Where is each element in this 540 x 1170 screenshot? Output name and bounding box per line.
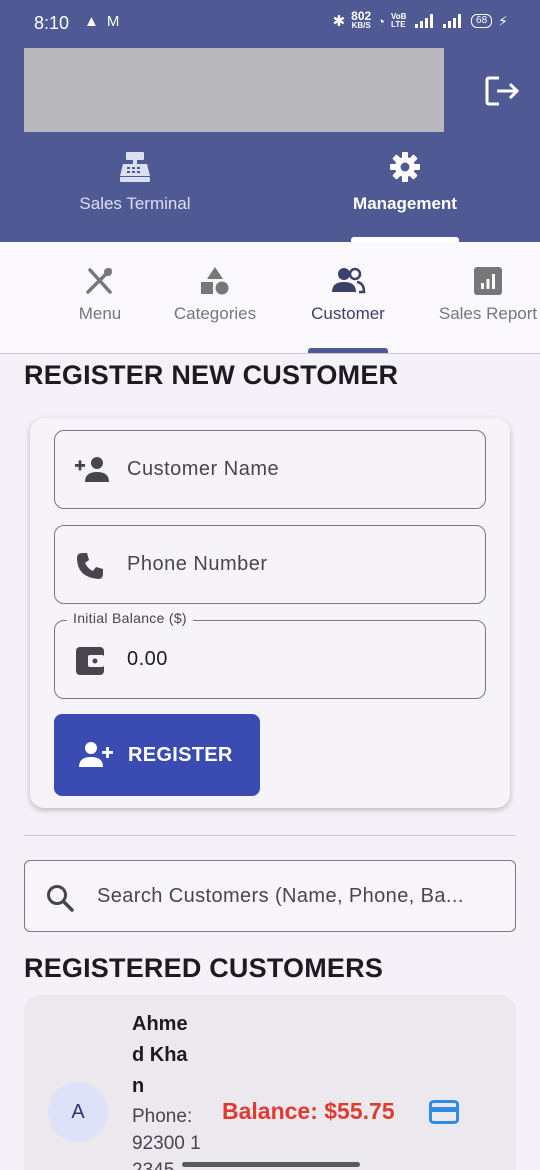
- phone-icon: [77, 553, 103, 579]
- person-add-icon: [75, 457, 109, 482]
- tab-categories-label: Categories: [173, 304, 257, 323]
- customer-name-placeholder: Customer Name: [127, 458, 280, 480]
- register-title: REGISTER NEW CUSTOMER: [24, 360, 399, 390]
- wallet-icon: [76, 647, 104, 675]
- register-button[interactable]: REGISTER: [54, 714, 260, 796]
- divider: [24, 835, 516, 836]
- tab-menu-label: Menu: [78, 304, 122, 323]
- tab-sales-report-label: Sales Report: [438, 304, 538, 323]
- home-indicator[interactable]: [182, 1162, 360, 1167]
- redacted-header-block: [24, 48, 444, 132]
- lte-badge: VoB LTE: [391, 12, 407, 29]
- credit-card-icon[interactable]: [429, 1099, 459, 1125]
- wifi-icon: ◔: [377, 13, 386, 29]
- signal-icon: [415, 14, 434, 28]
- initial-balance-field[interactable]: Initial Balance ($) 0.00: [54, 610, 486, 699]
- battery-icon: 68: [471, 14, 493, 28]
- search-icon: [47, 885, 74, 912]
- bar-chart-icon: [474, 267, 502, 295]
- avatar: A: [48, 1082, 108, 1142]
- tab-menu[interactable]: Menu: [58, 266, 142, 324]
- tab-sales-terminal[interactable]: Sales Terminal: [35, 150, 235, 214]
- shapes-icon: [201, 267, 229, 295]
- register-button-label: REGISTER: [128, 743, 233, 766]
- person-add-icon: [79, 742, 113, 767]
- subtab-indicator: [308, 348, 388, 353]
- gmail-icon: M: [106, 13, 120, 30]
- tab-management[interactable]: Management: [305, 150, 505, 214]
- tab-management-label: Management: [353, 194, 457, 213]
- status-bar: 8:10 ▲ M ✱ 802 KB/S ◔ VoB LTE 68 ⚡: [0, 0, 540, 46]
- signal-icon-2: [443, 14, 462, 28]
- customer-balance: Balance: $55.75: [222, 1098, 395, 1124]
- logout-icon[interactable]: [484, 74, 522, 108]
- status-right: ✱ 802 KB/S ◔ VoB LTE 68 ⚡: [332, 9, 508, 30]
- tab-categories[interactable]: Categories: [165, 266, 265, 324]
- initial-balance-label: Initial Balance ($): [67, 610, 193, 626]
- bluetooth-icon: ✱: [332, 13, 346, 30]
- register-form-card: Customer Name Phone Number Initial Balan…: [30, 418, 510, 808]
- customer-card[interactable]: A Ahmed Khan Phone: 92300 12345 Balance:…: [24, 995, 516, 1170]
- tab-customer[interactable]: Customer: [300, 266, 396, 324]
- utensils-icon: [86, 268, 112, 294]
- phone-number-placeholder: Phone Number: [127, 553, 268, 575]
- customer-name-field[interactable]: Customer Name: [54, 430, 486, 509]
- notification-icons: ▲ M: [84, 13, 119, 30]
- tab-sales-report[interactable]: Sales Report: [436, 266, 540, 324]
- app-bar: 8:10 ▲ M ✱ 802 KB/S ◔ VoB LTE 68 ⚡ Sales…: [0, 0, 540, 242]
- people-icon: [332, 267, 366, 294]
- management-subtabs: Menu Categories Customer Sales Report: [0, 242, 540, 354]
- initial-balance-value: 0.00: [127, 648, 168, 670]
- customer-phone: Phone: 92300 12345: [132, 1106, 201, 1170]
- search-placeholder: Search Customers (Name, Phone, Ba...: [97, 885, 464, 907]
- search-input[interactable]: Search Customers (Name, Phone, Ba...: [24, 860, 516, 932]
- cash-register-icon: [120, 152, 150, 182]
- gear-icon: [390, 152, 420, 182]
- customer-name: Ahmed Khan: [132, 1013, 188, 1097]
- tab-customer-label: Customer: [311, 304, 385, 323]
- status-time: 8:10: [34, 13, 70, 33]
- customers-title: REGISTERED CUSTOMERS: [24, 953, 384, 983]
- tab-sales-terminal-label: Sales Terminal: [79, 194, 191, 213]
- snapchat-icon: ▲: [84, 13, 99, 30]
- charging-icon: ⚡: [498, 12, 508, 29]
- phone-number-field[interactable]: Phone Number: [54, 525, 486, 604]
- net-speed: 802 KB/S: [351, 9, 372, 30]
